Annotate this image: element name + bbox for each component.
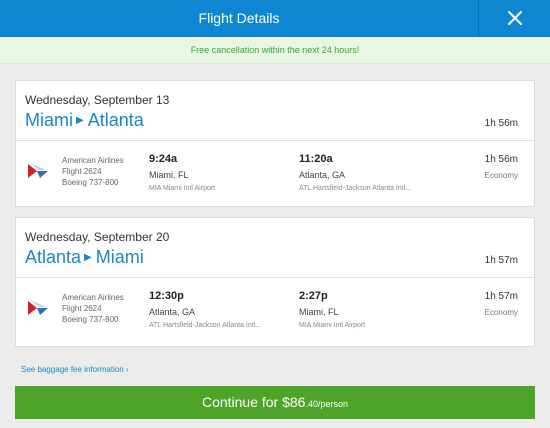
aircraft-type: Boeing 737-800 [62, 178, 119, 187]
departure-info: 9:24a Miami, FL MIA Miami Intl Airport [149, 153, 215, 192]
arrive-city: Atlanta, GA [299, 170, 346, 180]
page-title: Flight Details [198, 10, 280, 26]
trip-date: Wednesday, September 20 [25, 230, 170, 244]
trip-duration: 1h 56m [484, 118, 518, 129]
airline-info: American Airlines Flight 2624 Boeing 737… [62, 292, 124, 325]
trip-route: Miami ▶ Atlanta [25, 110, 144, 131]
flight-segment: American Airlines Flight 2624 Boeing 737… [16, 141, 534, 205]
arrive-airport: ATL Hartsfield-Jackson Atlanta Intl... [299, 185, 412, 192]
arrive-time: 2:27p [299, 290, 328, 302]
baggage-link-label: See baggage fee information [21, 365, 124, 374]
segment-duration: 1h 56m [484, 154, 518, 165]
arrive-airport: MIA Miami Intl Airport [299, 322, 366, 329]
segment-summary: 1h 56m Economy [485, 154, 518, 180]
airline-name: American Airlines [62, 293, 124, 302]
continue-price-cents: .40 [305, 399, 318, 409]
close-icon [508, 11, 522, 25]
cabin-class: Economy [484, 171, 518, 180]
chevron-right-icon: › [125, 365, 129, 374]
arrive-time: 11:20a [299, 153, 333, 165]
trip-route: Atlanta ▶ Miami [25, 247, 144, 268]
arrive-city: Miami, FL [299, 307, 339, 317]
arrival-info: 2:27p Miami, FL MIA Miami Intl Airport [299, 290, 365, 329]
close-button[interactable] [478, 0, 550, 37]
continue-button[interactable]: Continue for $86.40/person [15, 386, 535, 419]
trip-card-return: Wednesday, September 20 Atlanta ▶ Miami 1h… [15, 217, 535, 347]
trip-date: Wednesday, September 13 [25, 93, 170, 107]
trip-header: Wednesday, September 20 Atlanta ▶ Miami 1h… [16, 218, 534, 278]
airline-info: American Airlines Flight 2624 Boeing 737… [62, 155, 124, 188]
cabin-class: Economy [484, 308, 518, 317]
route-destination: Atlanta [87, 110, 144, 130]
flight-number: Flight 2624 [62, 304, 102, 313]
airline-name: American Airlines [62, 156, 124, 165]
route-origin: Atlanta [25, 247, 82, 267]
cancellation-notice: Free cancellation within the next 24 hou… [0, 37, 550, 64]
continue-per-person: /person [318, 399, 349, 409]
american-airlines-logo-icon [28, 300, 48, 315]
depart-airport: MIA Miami Intl Airport [149, 185, 216, 192]
segment-summary: 1h 57m Economy [485, 291, 518, 317]
depart-airport: ATL Hartsfield-Jackson Atlanta Intl... [149, 322, 262, 329]
aircraft-type: Boeing 737-800 [62, 315, 119, 324]
trip-header: Wednesday, September 13 Miami ▶ Atlanta 1h… [16, 81, 534, 141]
flight-number: Flight 2624 [62, 167, 102, 176]
baggage-fee-link[interactable]: See baggage fee information › [21, 365, 129, 374]
depart-city: Miami, FL [149, 170, 189, 180]
trip-duration: 1h 57m [484, 255, 518, 266]
route-arrow-icon: ▶ [76, 114, 84, 126]
departure-info: 12:30p Atlanta, GA ATL Hartsfield-Jackso… [149, 290, 261, 329]
american-airlines-logo-icon [28, 163, 48, 178]
trip-card-outbound: Wednesday, September 13 Miami ▶ Atlanta 1h… [15, 80, 535, 207]
arrival-info: 11:20a Atlanta, GA ATL Hartsfield-Jackso… [299, 153, 411, 192]
continue-price: Continue for $86 [201, 394, 306, 410]
depart-time: 9:24a [149, 153, 178, 165]
segment-duration: 1h 57m [484, 291, 518, 302]
route-arrow-icon: ▶ [84, 251, 92, 263]
flight-segment: American Airlines Flight 2624 Boeing 737… [16, 278, 534, 342]
route-origin: Miami [25, 110, 73, 130]
header-bar: Flight Details [0, 0, 550, 37]
route-destination: Miami [95, 247, 144, 267]
depart-city: Atlanta, GA [149, 307, 196, 317]
depart-time: 12:30p [149, 290, 184, 302]
